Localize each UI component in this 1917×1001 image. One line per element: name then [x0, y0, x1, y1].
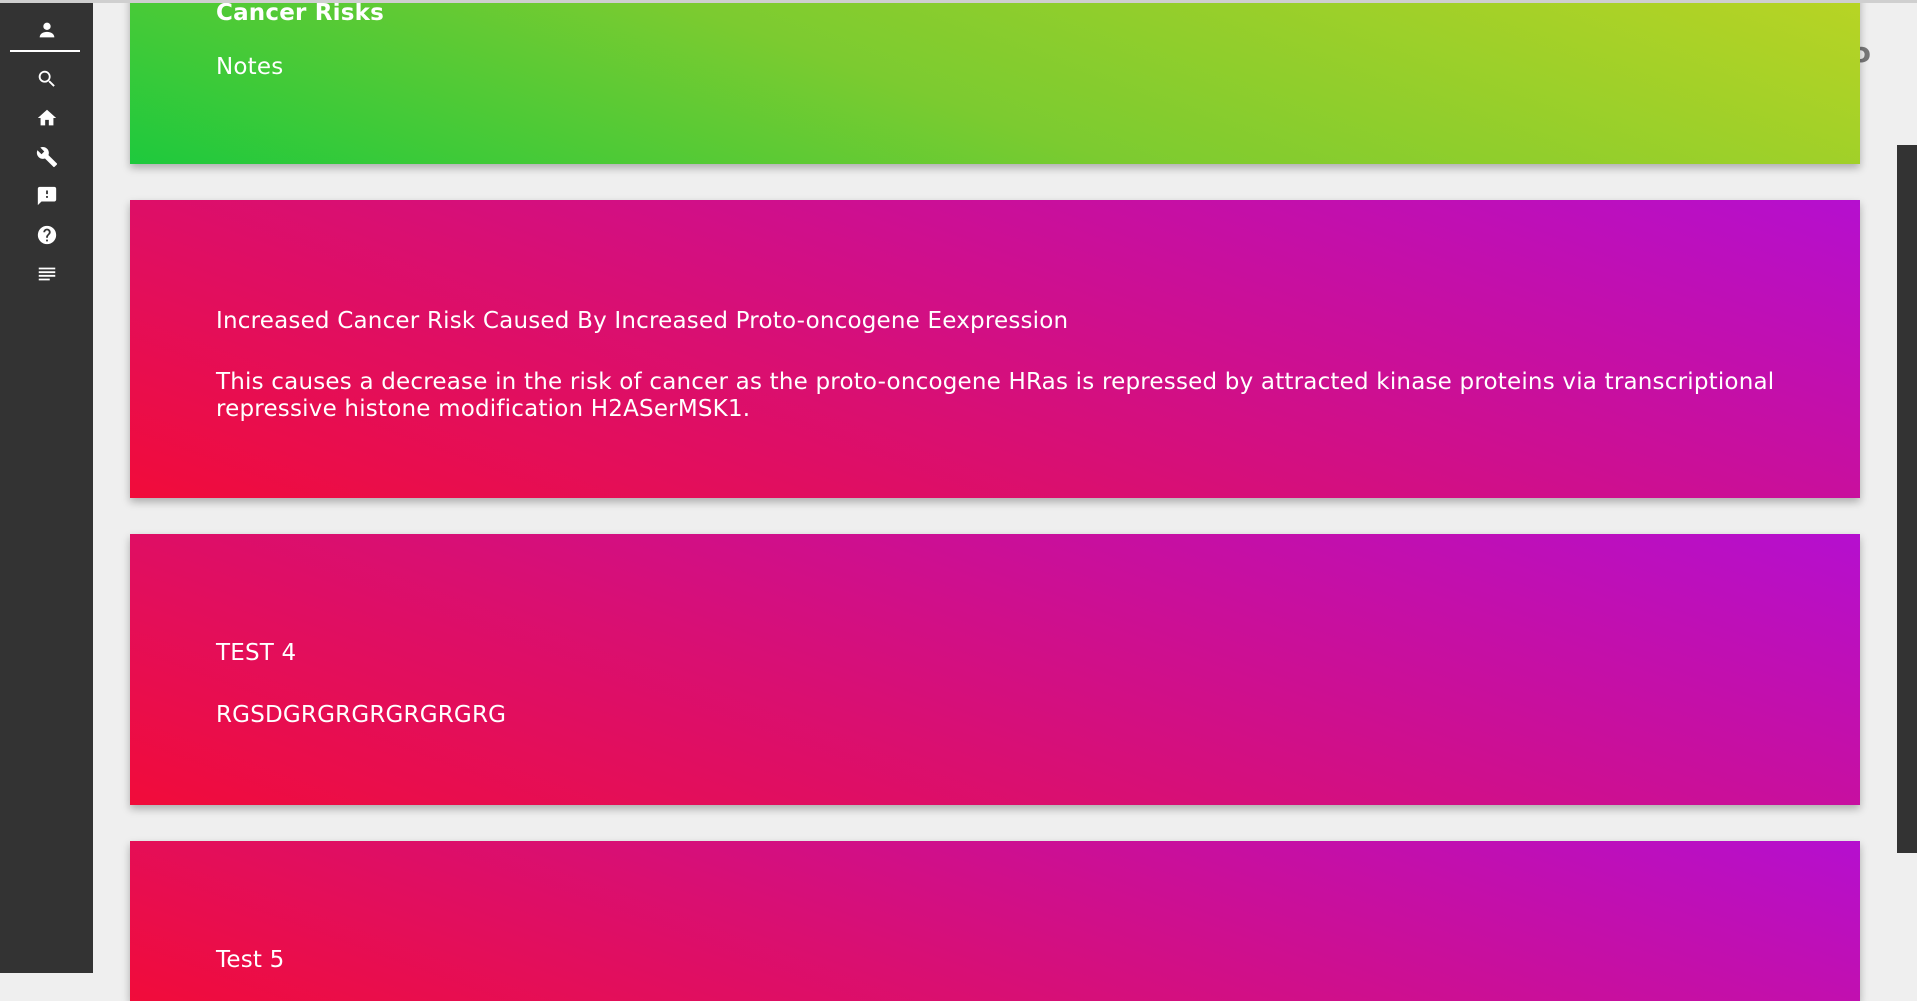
- note-card[interactable]: Cancer Risks Notes: [130, 0, 1860, 164]
- search-icon: [38, 70, 55, 87]
- note-card[interactable]: Increased Cancer Risk Caused By Increase…: [130, 200, 1860, 498]
- home-button[interactable]: [0, 101, 93, 135]
- card-title: TEST 4: [216, 640, 297, 666]
- top-border: [0, 0, 1917, 3]
- card-body: This causes a decrease in the risk of ca…: [216, 369, 1775, 422]
- account-button[interactable]: [0, 13, 93, 47]
- card-body: RGSDGRGRGRGRGRGRG: [216, 702, 507, 728]
- person-icon: [39, 22, 54, 38]
- card-title: Cancer Risks: [216, 0, 385, 26]
- note-card[interactable]: TEST 4 RGSDGRGRGRGRGRGRG: [130, 534, 1860, 805]
- tools-button[interactable]: [0, 140, 93, 174]
- wrench-icon: [36, 147, 57, 168]
- help-icon: [37, 225, 56, 245]
- help-button[interactable]: [0, 218, 93, 252]
- sidebar-divider: [10, 50, 80, 52]
- card-body: Notes: [216, 54, 284, 80]
- feedback-icon: [37, 186, 56, 206]
- note-card[interactable]: Test 5: [130, 841, 1860, 1001]
- card-title: Increased Cancer Risk Caused By Increase…: [216, 308, 1069, 334]
- notes-icon: [38, 267, 55, 281]
- home-icon: [37, 109, 56, 126]
- card-title: Test 5: [216, 947, 285, 973]
- scrollbar-thumb[interactable]: [1897, 145, 1917, 853]
- search-button[interactable]: [0, 62, 93, 96]
- feedback-button[interactable]: [0, 179, 93, 213]
- notes-button[interactable]: [0, 257, 93, 291]
- sidebar: [0, 0, 93, 973]
